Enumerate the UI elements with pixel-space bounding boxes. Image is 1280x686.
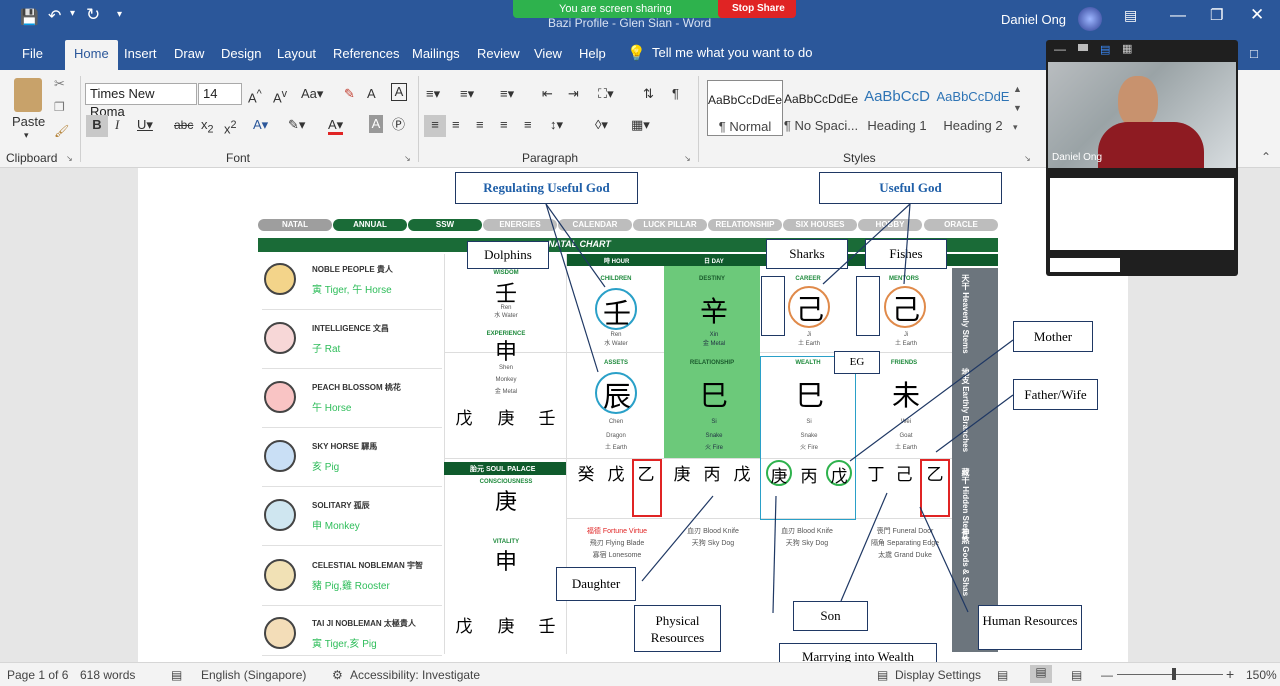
zoom-slider-thumb[interactable] [1172, 668, 1176, 680]
status-bar: Page 1 of 6 618 words ▤ English (Singapo… [0, 662, 1280, 686]
zoom-speaker-view-icon[interactable]: ▤ [1100, 43, 1110, 56]
participant-shirt [1098, 122, 1204, 168]
word-count[interactable]: 618 words [80, 668, 135, 682]
page-count[interactable]: Page 1 of 6 [7, 668, 68, 682]
accessibility-icon[interactable]: ⚙ [332, 668, 343, 682]
zoom-level[interactable]: 150% [1246, 668, 1277, 682]
participant-face [1118, 76, 1158, 128]
zoom-gallery-icon[interactable]: ▦ [1122, 42, 1132, 55]
accessibility-status[interactable]: Accessibility: Investigate [350, 668, 480, 682]
display-settings[interactable]: Display Settings [895, 668, 981, 682]
print-layout-icon[interactable]: ▤ [1030, 665, 1052, 683]
language[interactable]: English (Singapore) [201, 668, 306, 682]
zoom-minimize-icon[interactable]: — [1054, 42, 1066, 56]
display-settings-icon[interactable]: ▤ [877, 668, 888, 682]
proofing-icon[interactable]: ▤ [171, 668, 182, 682]
zoom-in-icon[interactable]: + [1226, 666, 1234, 682]
participant-video-blank [1050, 178, 1234, 250]
participant-name-box [1050, 258, 1120, 272]
zoom-slider[interactable] [1117, 674, 1223, 675]
participant-name: Daniel Ong [1052, 152, 1103, 163]
web-layout-icon[interactable]: ▤ [1071, 668, 1082, 682]
share-icon[interactable]: □ [1250, 46, 1258, 61]
participant-video: Daniel Ong [1048, 62, 1236, 168]
zoom-view-icon[interactable] [1078, 44, 1088, 51]
zoom-video-panel[interactable]: — ▤ ▦ Daniel Ong [1046, 40, 1238, 276]
read-mode-icon[interactable]: ▤ [997, 668, 1008, 682]
zoom-out-icon[interactable]: — [1101, 668, 1113, 682]
